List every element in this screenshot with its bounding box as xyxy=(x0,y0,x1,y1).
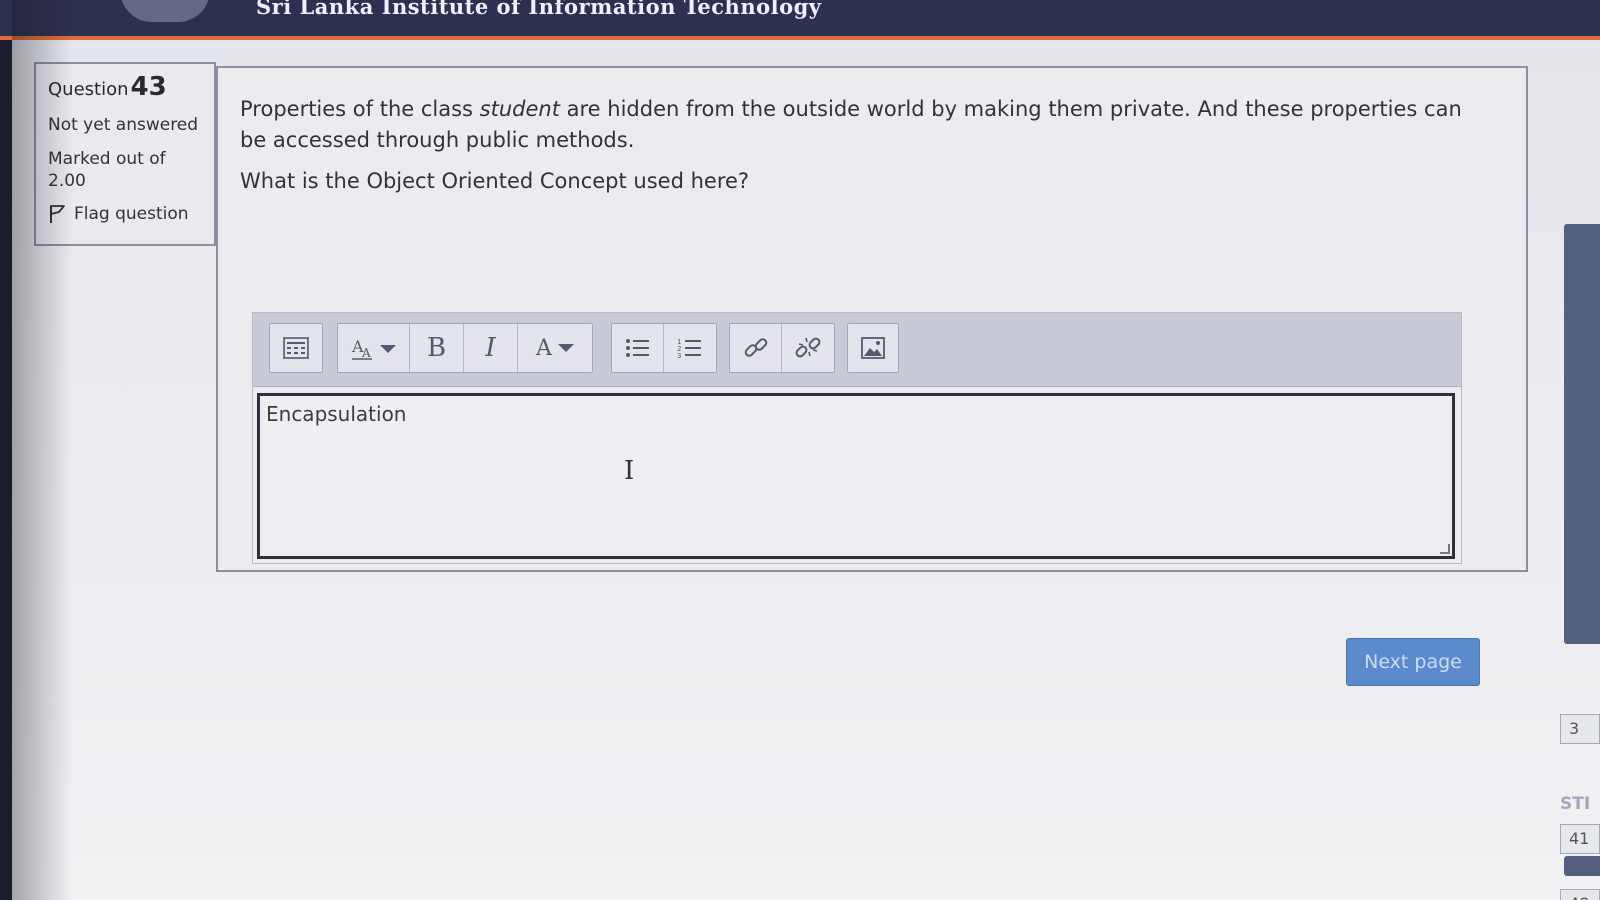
page-main: Question43 Not yet answered Marked out o… xyxy=(12,44,1600,900)
bold-icon: B xyxy=(426,333,447,363)
toolbar-group-media xyxy=(847,323,899,373)
flag-question-label: Flag question xyxy=(74,204,189,224)
site-header: Sri Lanka Institute of Information Techn… xyxy=(0,0,1600,40)
nav-cell-48[interactable]: 48 xyxy=(1560,889,1600,900)
nav-cell-41[interactable]: 41 xyxy=(1560,824,1600,854)
toolbar-group-toggle xyxy=(269,323,323,373)
resize-handle[interactable] xyxy=(1440,544,1450,554)
bold-button[interactable]: B xyxy=(410,324,464,372)
font-size-icon: A A xyxy=(351,337,396,360)
font-size-button[interactable]: A A xyxy=(338,324,410,372)
screen-bezel xyxy=(0,0,12,900)
institution-logo xyxy=(120,0,210,22)
text-color-button[interactable]: A xyxy=(518,324,592,372)
link-button[interactable] xyxy=(730,324,782,372)
italic-button[interactable]: I xyxy=(464,324,518,372)
next-page-button[interactable]: Next page xyxy=(1346,638,1480,686)
text-cursor-icon: I xyxy=(624,456,635,486)
question-text: Properties of the class student are hidd… xyxy=(240,94,1470,207)
unlink-button[interactable] xyxy=(782,324,834,372)
nav-block-top xyxy=(1564,224,1600,644)
unordered-list-icon xyxy=(625,339,649,357)
link-icon xyxy=(744,338,767,357)
answer-text: Encapsulation xyxy=(266,402,407,426)
question-state: Not yet answered xyxy=(48,115,199,135)
site-title: Sri Lanka Institute of Information Techn… xyxy=(256,0,822,19)
toolbar-group-links xyxy=(729,323,835,373)
quiz-navigation-strip: 3 STI 41 48 xyxy=(1560,124,1600,900)
toolbar-group-text: A A B I A xyxy=(337,323,593,373)
nav-cell-3[interactable]: 3 xyxy=(1560,714,1600,744)
unlink-icon xyxy=(795,337,821,358)
answer-textarea[interactable]: Encapsulation I xyxy=(257,393,1455,559)
toolbar-toggle-button[interactable] xyxy=(270,324,322,372)
question-prompt: What is the Object Oriented Concept used… xyxy=(240,169,750,193)
flag-icon xyxy=(50,205,65,223)
nav-section-label: STI xyxy=(1560,794,1591,814)
insert-image-button[interactable] xyxy=(848,324,898,372)
question-content-panel: Properties of the class student are hidd… xyxy=(216,66,1528,572)
ordered-list-icon: 1 2 3 xyxy=(677,338,701,360)
image-icon xyxy=(861,337,885,359)
svg-text:A: A xyxy=(361,346,371,360)
nav-block-mid xyxy=(1564,856,1600,876)
toolbar-toggle-icon xyxy=(283,337,309,359)
unordered-list-button[interactable] xyxy=(612,324,664,372)
text-color-icon: A xyxy=(536,335,552,361)
italic-icon: I xyxy=(485,333,496,363)
chevron-down-icon xyxy=(557,344,574,352)
answer-editor: A A B I A 1 2 3 Encapsulation I xyxy=(252,312,1462,564)
question-number: Question43 xyxy=(48,72,167,102)
toolbar-group-lists: 1 2 3 xyxy=(611,323,717,373)
flag-question-link[interactable]: Flag question xyxy=(48,204,202,224)
question-statement: Properties of the class student are hidd… xyxy=(240,97,1462,152)
question-grade: Marked out of 2.00 xyxy=(48,149,166,191)
svg-text:3: 3 xyxy=(677,352,681,360)
question-info-panel: Question43 Not yet answered Marked out o… xyxy=(34,62,216,246)
ordered-list-button[interactable]: 1 2 3 xyxy=(664,324,716,372)
editor-toolbar: A A B I A 1 2 3 xyxy=(253,313,1461,387)
